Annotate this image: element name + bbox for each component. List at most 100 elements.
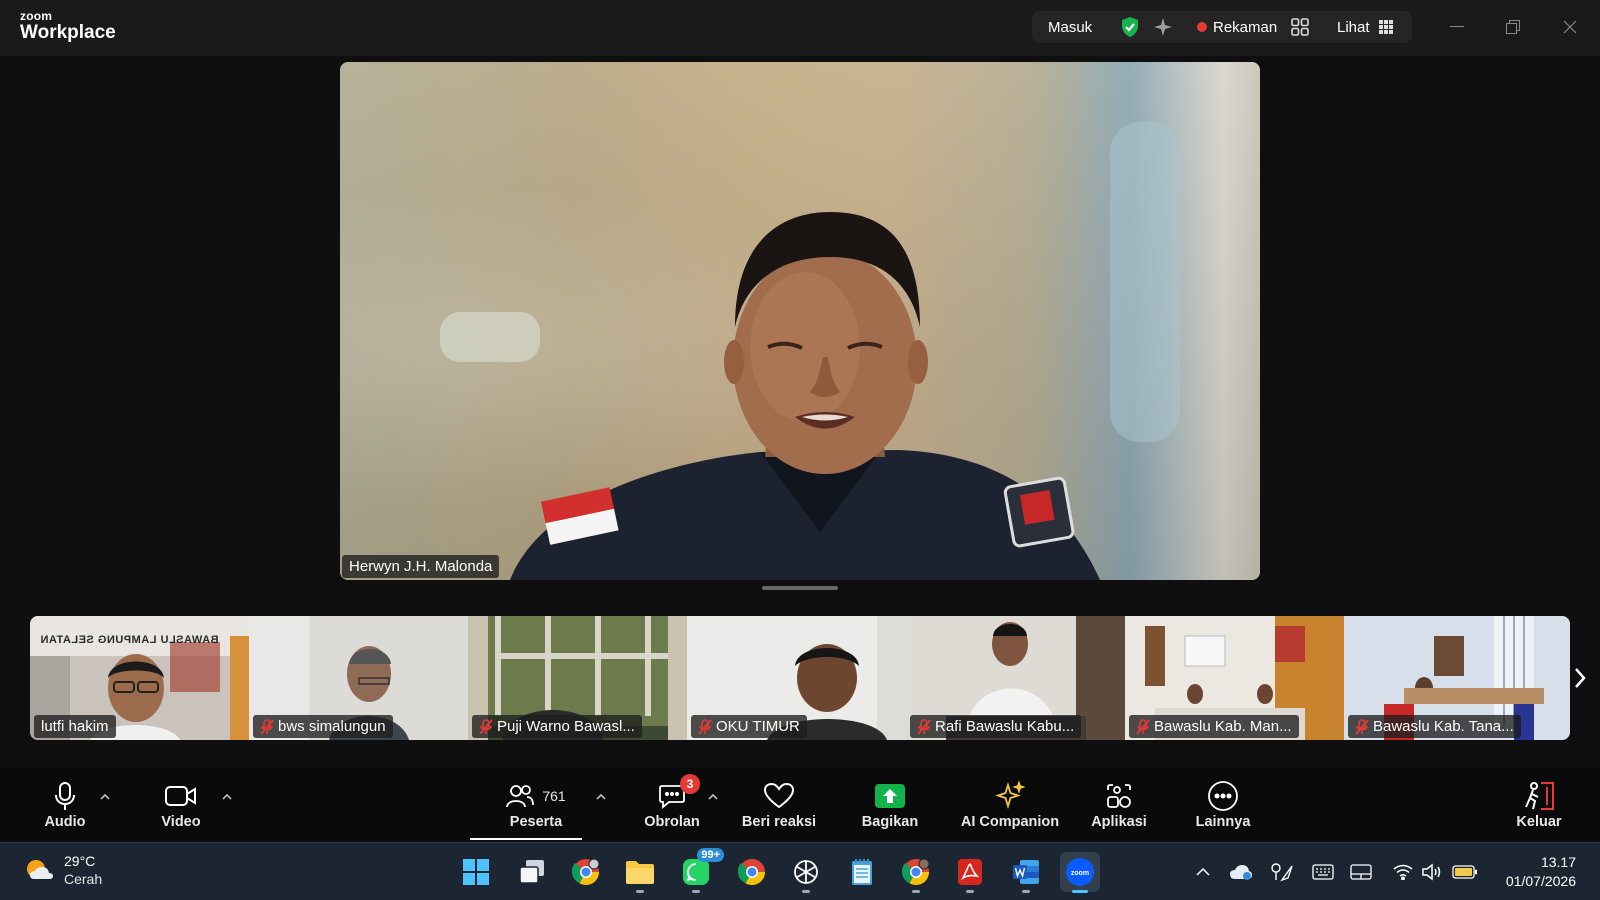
volume-icon[interactable] [1420, 859, 1446, 885]
participant-name-tag: lutfi hakim [34, 715, 116, 738]
masuk-label: Masuk [1048, 18, 1093, 36]
weather-temp: 29°C [64, 853, 96, 869]
participant-tile[interactable]: BAWASLU LAMPUNG SELATAN lutfi hakim [30, 616, 249, 740]
bagikan-button[interactable]: Bagikan [856, 768, 924, 840]
participant-thumbnail-strip: BAWASLU LAMPUNG SELATAN lutfi hakim bws … [30, 616, 1570, 740]
muted-mic-icon [917, 718, 931, 735]
weather-sun-cloud-icon [27, 860, 53, 879]
audio-options-caret-icon[interactable] [98, 790, 112, 804]
audio-label: Audio [44, 814, 86, 830]
lihat-view-button[interactable]: Lihat [1337, 11, 1394, 43]
windows-taskbar: 29°C Cerah 99+ zoom 13.17 01/07/2026 [0, 842, 1600, 900]
recording-indicator[interactable]: Rekaman [1197, 11, 1277, 43]
whatsapp-icon[interactable]: 99+ [676, 848, 724, 893]
touchpad-icon[interactable] [1348, 859, 1374, 885]
chatgpt-icon[interactable] [786, 852, 826, 893]
close-icon[interactable] [1555, 14, 1585, 40]
resize-handle[interactable] [762, 586, 838, 590]
aplikasi-button[interactable]: Aplikasi [1088, 768, 1150, 840]
participant-tile[interactable]: Puji Warno Bawasl... [468, 616, 687, 740]
word-icon[interactable] [1006, 852, 1046, 893]
obrolan-options-caret-icon[interactable] [706, 790, 720, 804]
task-view-icon[interactable] [512, 852, 552, 892]
participant-name-tag: Rafi Bawaslu Kabu... [910, 715, 1082, 738]
participant-tile[interactable]: Rafi Bawaslu Kabu... [906, 616, 1125, 740]
chrome-profile-2-icon[interactable] [896, 852, 936, 893]
notepad-icon[interactable] [842, 852, 882, 892]
chrome-icon[interactable] [732, 852, 772, 892]
file-explorer-icon[interactable] [620, 852, 660, 893]
chrome-profile-icon[interactable] [566, 852, 606, 892]
reaksi-button[interactable]: Beri reaksi [738, 768, 820, 840]
zoom-logo: zoom Workplace [20, 10, 116, 42]
gallery-grid-icon[interactable] [1290, 11, 1310, 43]
active-tab-underline [470, 838, 582, 840]
restore-icon[interactable] [1498, 14, 1528, 40]
reaksi-label: Beri reaksi [741, 814, 817, 830]
zoom-taskbar-icon[interactable]: zoom [1060, 852, 1100, 893]
video-camera-icon [165, 780, 197, 812]
keluar-button[interactable]: Keluar [1508, 768, 1570, 840]
weather-widget[interactable]: 29°C Cerah [24, 852, 102, 888]
obrolan-button[interactable]: 3 Obrolan [636, 768, 708, 840]
ai-companion-button[interactable]: AI Companion [956, 768, 1064, 840]
lainnya-button[interactable]: Lainnya [1192, 768, 1254, 840]
audio-button[interactable]: Audio [38, 768, 92, 840]
title-bar: zoom Workplace Masuk Rekaman Lihat [0, 0, 1600, 56]
wifi-icon[interactable] [1390, 859, 1416, 885]
video-label: Video [161, 814, 201, 830]
share-screen-icon [874, 780, 906, 812]
acrobat-pdf-icon[interactable] [950, 852, 990, 893]
peserta-options-caret-icon[interactable] [594, 790, 608, 804]
ai-companion-sparkle-icon [995, 780, 1025, 812]
participant-name-tag: Puji Warno Bawasl... [472, 715, 642, 738]
participant-tile[interactable]: bws simalungun [249, 616, 468, 740]
heart-icon [764, 780, 794, 812]
battery-icon[interactable] [1452, 859, 1478, 885]
tray-overflow-chevron-icon[interactable] [1190, 859, 1216, 885]
location-device-icon[interactable] [1268, 859, 1294, 885]
peserta-button[interactable]: 761 Peserta [496, 768, 576, 840]
video-options-caret-icon[interactable] [220, 790, 234, 804]
keluar-label: Keluar [1516, 814, 1562, 830]
microphone-icon [54, 780, 76, 812]
active-speaker-video[interactable]: Herwyn J.H. Malonda [340, 62, 1260, 580]
onedrive-cloud-icon[interactable] [1228, 859, 1254, 885]
participant-tile[interactable]: Bawaslu Kab. Tana... [1344, 616, 1570, 740]
brand-small: zoom [20, 9, 53, 23]
meeting-toolbar: Audio Video 761 Peserta 3 Obrolan Beri r… [0, 768, 1600, 840]
leave-door-icon [1523, 780, 1555, 812]
ai-companion-label: AI Companion [960, 814, 1060, 830]
participant-name-tag: OKU TIMUR [691, 715, 807, 738]
muted-mic-icon [1136, 718, 1150, 735]
record-dot-icon [1197, 22, 1207, 32]
security-shield-icon[interactable] [1120, 11, 1140, 43]
participant-tile[interactable]: Bawaslu Kab. Man... [1125, 616, 1344, 740]
participant-name-tag: bws simalungun [253, 715, 393, 738]
aplikasi-label: Aplikasi [1091, 814, 1147, 830]
system-clock[interactable]: 13.17 01/07/2026 [1506, 853, 1576, 891]
view-grid-icon [1378, 20, 1393, 34]
participant-tile[interactable]: OKU TIMUR [687, 616, 906, 740]
meeting-controls-pill: Masuk Rekaman Lihat [1032, 11, 1412, 43]
participant-name-tag: Bawaslu Kab. Man... [1129, 715, 1299, 738]
video-button[interactable]: Video [152, 768, 210, 840]
svg-text:zoom: zoom [1071, 870, 1089, 877]
minimize-icon[interactable] [1442, 14, 1472, 40]
windows-start-icon[interactable] [456, 852, 496, 892]
lainnya-label: Lainnya [1195, 814, 1251, 830]
weather-desc: Cerah [64, 871, 103, 887]
tile-sign-text: BAWASLU LAMPUNG SELATAN [40, 634, 219, 646]
keyboard-icon[interactable] [1310, 859, 1336, 885]
next-page-chevron-icon[interactable] [1568, 662, 1592, 694]
masuk-button[interactable]: Masuk [1048, 11, 1092, 43]
peserta-label: Peserta [509, 814, 563, 830]
lihat-label: Lihat [1337, 18, 1370, 36]
muted-mic-icon [479, 718, 493, 735]
speaker-name-tag: Herwyn J.H. Malonda [342, 555, 500, 578]
clock-time: 13.17 [1540, 854, 1576, 870]
more-dots-icon [1207, 780, 1239, 812]
speaker-figure [440, 122, 1180, 580]
rekaman-label: Rekaman [1213, 18, 1278, 36]
ai-sparkle-icon[interactable] [1153, 11, 1173, 43]
